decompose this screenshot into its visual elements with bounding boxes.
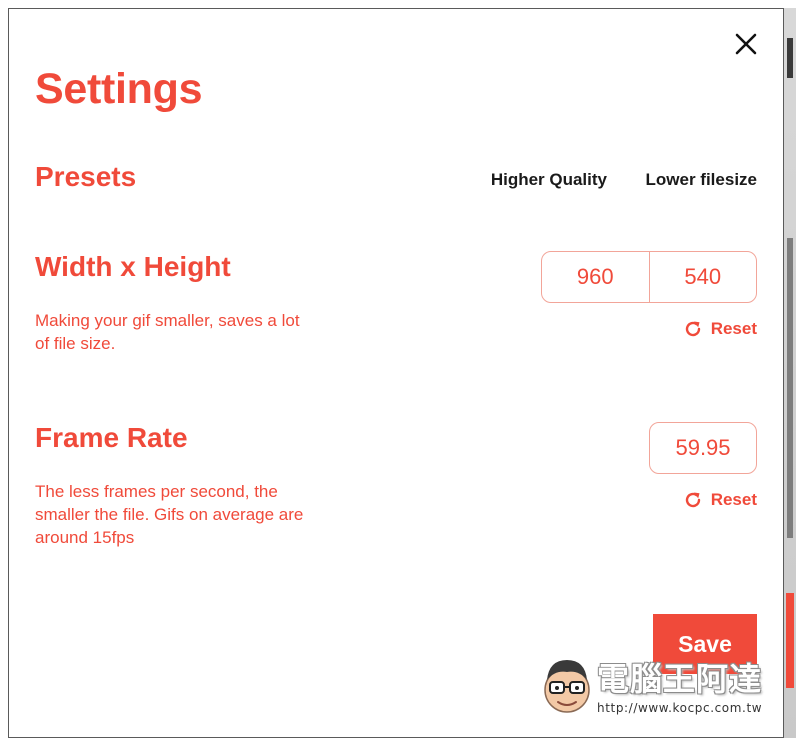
dimensions-input-group xyxy=(541,251,757,303)
width-height-reset-button[interactable]: Reset xyxy=(683,319,757,339)
presets-title: Presets xyxy=(35,161,137,192)
close-icon xyxy=(735,33,757,55)
frame-rate-input[interactable] xyxy=(649,422,757,474)
height-input[interactable] xyxy=(649,252,756,302)
watermark-url: http://www.kocpc.com.tw xyxy=(597,701,763,715)
watermark: 電腦王阿達 http://www.kocpc.com.tw xyxy=(535,648,785,724)
width-height-title: Width x Height xyxy=(35,251,231,282)
frame-rate-reset-label: Reset xyxy=(710,490,757,509)
page-title: Settings xyxy=(35,65,203,113)
frame-rate-title: Frame Rate xyxy=(35,422,188,453)
reset-icon xyxy=(685,492,700,508)
preset-higher-quality[interactable]: Higher Quality xyxy=(491,170,607,190)
background-window-edge xyxy=(784,8,796,738)
width-height-description: Making your gif smaller, saves a lot of … xyxy=(35,311,300,353)
preset-lower-filesize[interactable]: Lower filesize xyxy=(646,170,757,190)
close-button[interactable] xyxy=(733,31,759,57)
width-input[interactable] xyxy=(542,252,649,302)
settings-dialog: Settings Presets Higher Quality Lower fi… xyxy=(8,8,784,738)
mascot-face-icon xyxy=(544,660,590,713)
watermark-title: 電腦王阿達 xyxy=(597,660,763,698)
reset-icon xyxy=(685,321,700,337)
frame-rate-description: The less frames per second, the smaller … xyxy=(35,482,304,547)
frame-rate-reset-button[interactable]: Reset xyxy=(683,490,757,510)
width-height-reset-label: Reset xyxy=(710,319,757,338)
